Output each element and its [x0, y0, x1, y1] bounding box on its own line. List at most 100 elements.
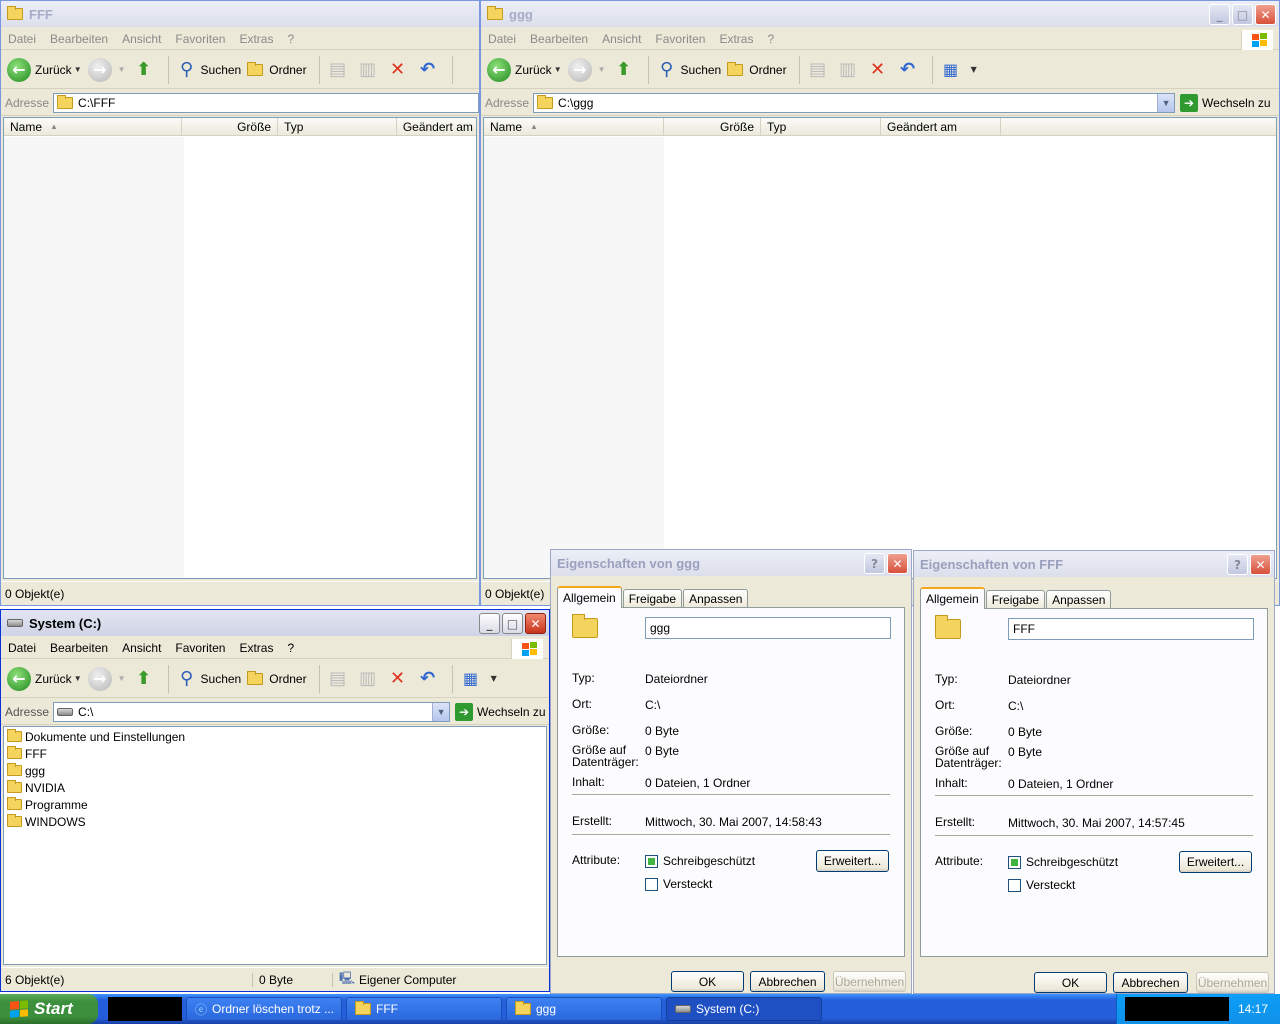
taskbar-item-fff[interactable]: FFF	[346, 997, 502, 1021]
menu-extras[interactable]: Extras	[232, 641, 280, 655]
taskbar-item-browser[interactable]: ⓔ Ordner löschen trotz ...	[186, 997, 342, 1021]
views-icon[interactable]: ▦	[459, 667, 483, 691]
address-dropdown-button[interactable]: ▼	[432, 702, 450, 721]
name-field[interactable]: ggg	[645, 617, 891, 639]
delete-icon[interactable]: ✕	[386, 667, 410, 691]
dropdown-arrow-icon[interactable]: ▼	[74, 674, 82, 683]
menu-favoriten[interactable]: Favoriten	[648, 32, 712, 46]
menu-help[interactable]: ?	[280, 641, 301, 655]
menu-datei[interactable]: Datei	[1, 641, 43, 655]
maximize-button[interactable]: □	[1232, 4, 1253, 25]
file-list[interactable]: Name ▲ Größe Typ Geändert am	[483, 117, 1277, 579]
dialog-titlebar[interactable]: Eigenschaften von ggg	[551, 550, 911, 576]
search-button[interactable]: ⚲ Suchen	[655, 58, 721, 82]
menu-favoriten[interactable]: Favoriten	[168, 641, 232, 655]
close-button[interactable]: ✕	[1255, 4, 1276, 25]
close-button[interactable]: ✕	[887, 553, 908, 574]
close-button[interactable]: ✕	[525, 613, 546, 634]
dropdown-arrow-icon[interactable]: ▼	[491, 674, 497, 683]
copy-to-icon[interactable]: ▥	[356, 58, 380, 82]
ok-button[interactable]: OK	[1034, 972, 1107, 993]
titlebar-ggg[interactable]: ggg	[481, 1, 1279, 27]
help-button[interactable]: ?	[864, 553, 885, 574]
column-modified[interactable]: Geändert am	[397, 118, 476, 135]
column-name[interactable]: Name ▲	[4, 118, 183, 135]
folder-list[interactable]: Dokumente und Einstellungen FFF ggg NVID…	[3, 726, 547, 965]
move-to-icon[interactable]: ▤	[326, 58, 350, 82]
undo-icon[interactable]: ↶	[896, 58, 920, 82]
taskbar-item-system[interactable]: System (C:)	[666, 997, 822, 1021]
dialog-titlebar[interactable]: Eigenschaften von FFF	[914, 551, 1274, 577]
minimize-button[interactable]: _	[479, 613, 500, 634]
list-item[interactable]: WINDOWS	[4, 813, 546, 830]
titlebar-system[interactable]: System (C:)	[1, 610, 549, 636]
folders-button[interactable]: Ordner	[727, 61, 787, 77]
search-button[interactable]: ⚲ Suchen	[175, 58, 241, 82]
copy-to-icon[interactable]: ▥	[356, 667, 380, 691]
menu-help[interactable]: ?	[280, 32, 301, 46]
column-size[interactable]: Größe	[664, 118, 761, 135]
advanced-button[interactable]: Erweitert...	[816, 850, 889, 872]
menu-ansicht[interactable]: Ansicht	[115, 32, 168, 46]
list-item[interactable]: Programme	[4, 796, 546, 813]
menu-ansicht[interactable]: Ansicht	[595, 32, 648, 46]
views-icon[interactable]: ▦	[939, 58, 963, 82]
window-system-c[interactable]: System (C:) _ □ ✕ Datei Bearbeiten Ansic…	[0, 609, 550, 992]
forward-button[interactable]: → ▼	[87, 57, 126, 82]
back-button[interactable]: ← Zurück ▼	[487, 57, 562, 82]
list-item[interactable]: ggg	[4, 762, 546, 779]
menu-extras[interactable]: Extras	[232, 32, 280, 46]
start-button[interactable]: Start	[0, 994, 98, 1024]
list-item[interactable]: NVIDIA	[4, 779, 546, 796]
menu-datei[interactable]: Datei	[481, 32, 523, 46]
address-field[interactable]: C:\ggg ▼	[533, 92, 1176, 113]
tab-anpassen[interactable]: Anpassen	[683, 589, 749, 608]
list-item[interactable]: FFF	[4, 745, 546, 762]
taskbar-item-ggg[interactable]: ggg	[506, 997, 662, 1021]
move-to-icon[interactable]: ▤	[326, 667, 350, 691]
up-folder-icon[interactable]: ⬆	[612, 58, 636, 82]
dropdown-arrow-icon[interactable]: ▼	[118, 674, 126, 683]
folders-button[interactable]: Ordner	[247, 670, 307, 686]
menu-ansicht[interactable]: Ansicht	[115, 641, 168, 655]
up-folder-icon[interactable]: ⬆	[132, 667, 156, 691]
tab-allgemein[interactable]: Allgemein	[920, 587, 985, 609]
dropdown-arrow-icon[interactable]: ▼	[554, 65, 562, 74]
clock[interactable]: 14:17	[1238, 1002, 1268, 1016]
tab-freigabe[interactable]: Freigabe	[985, 590, 1046, 609]
forward-button[interactable]: → ▼	[87, 666, 126, 691]
copy-to-icon[interactable]: ▥	[836, 58, 860, 82]
address-field[interactable]: C:\FFF	[53, 92, 479, 113]
move-to-icon[interactable]: ▤	[806, 58, 830, 82]
column-type[interactable]: Typ	[761, 118, 881, 135]
apply-button[interactable]: Übernehmen	[1196, 972, 1269, 993]
properties-dialog-fff[interactable]: Eigenschaften von FFF ? ✕ Allgemein Frei…	[913, 550, 1275, 994]
name-field[interactable]: FFF	[1008, 618, 1254, 640]
tab-allgemein[interactable]: Allgemein	[557, 586, 622, 608]
file-list[interactable]: Name ▲ Größe Typ Geändert am	[3, 117, 477, 579]
window-fff[interactable]: FFF Datei Bearbeiten Ansicht Favoriten E…	[0, 0, 480, 606]
back-button[interactable]: ← Zurück ▼	[7, 666, 82, 691]
column-name[interactable]: Name ▲	[484, 118, 664, 135]
forward-button[interactable]: → ▼	[567, 57, 606, 82]
go-button[interactable]: ➔ Wechseln zu	[455, 702, 546, 721]
close-button[interactable]: ✕	[1250, 554, 1271, 575]
hidden-checkbox[interactable]: Versteckt	[1008, 878, 1075, 892]
undo-icon[interactable]: ↶	[416, 667, 440, 691]
properties-dialog-ggg[interactable]: Eigenschaften von ggg ? ✕ Allgemein Frei…	[550, 549, 912, 994]
menu-extras[interactable]: Extras	[712, 32, 760, 46]
readonly-checkbox[interactable]: Schreibgeschützt	[1008, 855, 1118, 869]
help-button[interactable]: ?	[1227, 554, 1248, 575]
address-dropdown-button[interactable]: ▼	[1157, 93, 1175, 112]
cancel-button[interactable]: Abbrechen	[750, 971, 825, 992]
menu-favoriten[interactable]: Favoriten	[168, 32, 232, 46]
apply-button[interactable]: Übernehmen	[833, 971, 906, 992]
menu-bearbeiten[interactable]: Bearbeiten	[43, 641, 115, 655]
address-field[interactable]: C:\ ▼	[53, 701, 451, 722]
menu-datei[interactable]: Datei	[1, 32, 43, 46]
titlebar-fff[interactable]: FFF	[1, 1, 479, 27]
list-item[interactable]: Dokumente und Einstellungen	[4, 728, 546, 745]
window-ggg[interactable]: ggg _ □ ✕ Datei Bearbeiten Ansicht Favor…	[480, 0, 1280, 606]
undo-icon[interactable]: ↶	[416, 58, 440, 82]
up-folder-icon[interactable]: ⬆	[132, 58, 156, 82]
